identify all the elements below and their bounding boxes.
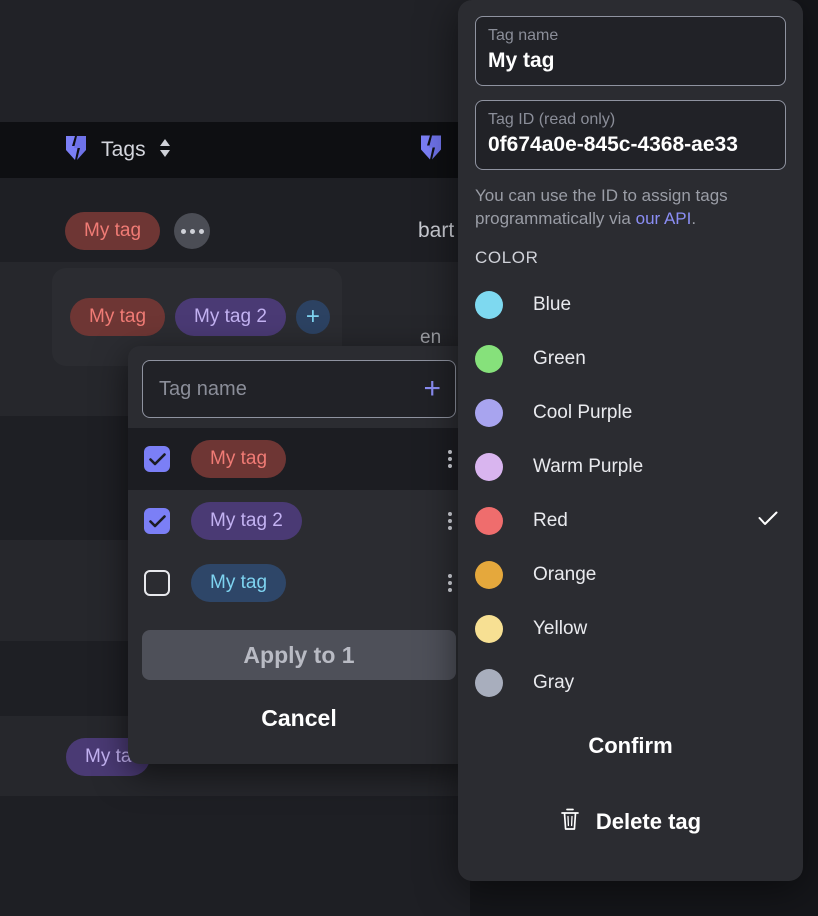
color-option-cool-purple[interactable]: Cool Purple — [475, 386, 786, 440]
color-swatch — [475, 669, 503, 697]
color-label: Gray — [533, 672, 575, 693]
background-tag-group: My tag — [65, 212, 211, 250]
color-label: Yellow — [533, 618, 588, 639]
tag-picker-rows: My tag My tag 2 My tag — [128, 428, 470, 614]
app-top-area — [0, 0, 470, 122]
kebab-menu-icon[interactable] — [448, 450, 452, 468]
color-label: Green — [533, 348, 586, 369]
cancel-button[interactable]: Cancel — [128, 696, 470, 740]
delete-tag-label: Delete tag — [595, 809, 702, 834]
color-swatch — [475, 507, 503, 535]
tag-chip[interactable]: My tag — [191, 564, 287, 602]
list-item[interactable]: My tag 2 — [128, 490, 470, 552]
screen: Tags My tag bart en My ta My tag My tag … — [0, 0, 818, 916]
table-row — [0, 796, 470, 916]
kebab-menu-icon[interactable] — [448, 512, 452, 530]
color-option-blue[interactable]: Blue — [475, 278, 786, 332]
color-option-green[interactable]: Green — [475, 332, 786, 386]
tag-chip[interactable]: My tag 2 — [175, 298, 286, 336]
sort-updown-icon[interactable] — [158, 138, 172, 163]
tag-name-value[interactable]: My tag — [488, 47, 773, 75]
tag-chip[interactable]: My tag — [65, 212, 161, 250]
tag-chip[interactable]: My tag — [191, 440, 287, 478]
color-option-gray[interactable]: Gray — [475, 656, 786, 710]
color-label: Orange — [533, 564, 597, 585]
row-checkbox[interactable] — [144, 446, 170, 472]
color-list: Blue Green Cool Purple Warm Purple Red O… — [475, 278, 786, 710]
color-swatch — [475, 453, 503, 481]
list-item[interactable]: My tag — [128, 552, 470, 614]
color-label: Red — [533, 510, 568, 531]
delete-tag-button[interactable]: Delete tag — [475, 800, 786, 844]
list-item[interactable]: My tag — [128, 428, 470, 490]
tag-id-value: 0f674a0e-845c-4368-ae33 — [488, 133, 738, 156]
tag-id-label: Tag ID (read only) — [488, 111, 616, 128]
color-section-title: COLOR — [475, 248, 539, 267]
row-checkbox[interactable] — [144, 508, 170, 534]
api-link[interactable]: our API — [636, 209, 692, 228]
tag-chip[interactable]: My tag 2 — [191, 502, 302, 540]
color-label: Warm Purple — [533, 456, 644, 477]
color-label: Cool Purple — [533, 402, 633, 423]
color-swatch — [475, 345, 503, 373]
color-option-yellow[interactable]: Yellow — [475, 602, 786, 656]
kebab-menu-icon[interactable] — [448, 574, 452, 592]
color-option-warm-purple[interactable]: Warm Purple — [475, 440, 786, 494]
tag-chip[interactable]: My tag — [70, 298, 166, 336]
row-checkbox[interactable] — [144, 570, 170, 596]
new-tag-input-placeholder: Tag name — [159, 377, 247, 400]
helper-text-after: . — [691, 209, 697, 228]
username-text: bart — [418, 219, 455, 242]
confirm-button[interactable]: Confirm — [475, 724, 786, 768]
plus-icon[interactable]: + — [295, 300, 330, 334]
color-swatch — [475, 291, 503, 319]
color-swatch — [475, 399, 503, 427]
new-tag-input[interactable]: Tag name + — [142, 360, 456, 418]
plus-icon[interactable]: + — [423, 374, 441, 404]
check-icon — [758, 511, 778, 531]
tag-detail-panel: Tag name My tag Tag ID (read only) 0f674… — [458, 0, 803, 881]
color-swatch — [475, 615, 503, 643]
apply-button[interactable]: Apply to 1 — [142, 630, 456, 680]
color-option-red[interactable]: Red — [475, 494, 786, 548]
tag-name-field[interactable]: Tag name My tag — [475, 16, 786, 86]
tag-picker-input-wrap: Tag name + — [128, 346, 470, 428]
helper-text: You can use the ID to assign tags progra… — [475, 184, 786, 230]
color-swatch — [475, 561, 503, 589]
tag-picker-popup: Tag name + My tag My tag 2 My tag Apply … — [128, 346, 470, 764]
shield-logo-icon — [418, 134, 444, 167]
color-option-orange[interactable]: Orange — [475, 548, 786, 602]
tag-name-label: Tag name — [488, 27, 559, 44]
ellipsis-icon[interactable] — [174, 213, 211, 249]
page-title: Tags — [101, 138, 146, 161]
shield-logo-icon — [63, 134, 89, 167]
trash-icon — [560, 808, 580, 837]
color-label: Blue — [533, 294, 572, 315]
tags-column-header: Tags — [0, 122, 470, 178]
tag-id-field: Tag ID (read only) 0f674a0e-845c-4368-ae… — [475, 100, 786, 170]
